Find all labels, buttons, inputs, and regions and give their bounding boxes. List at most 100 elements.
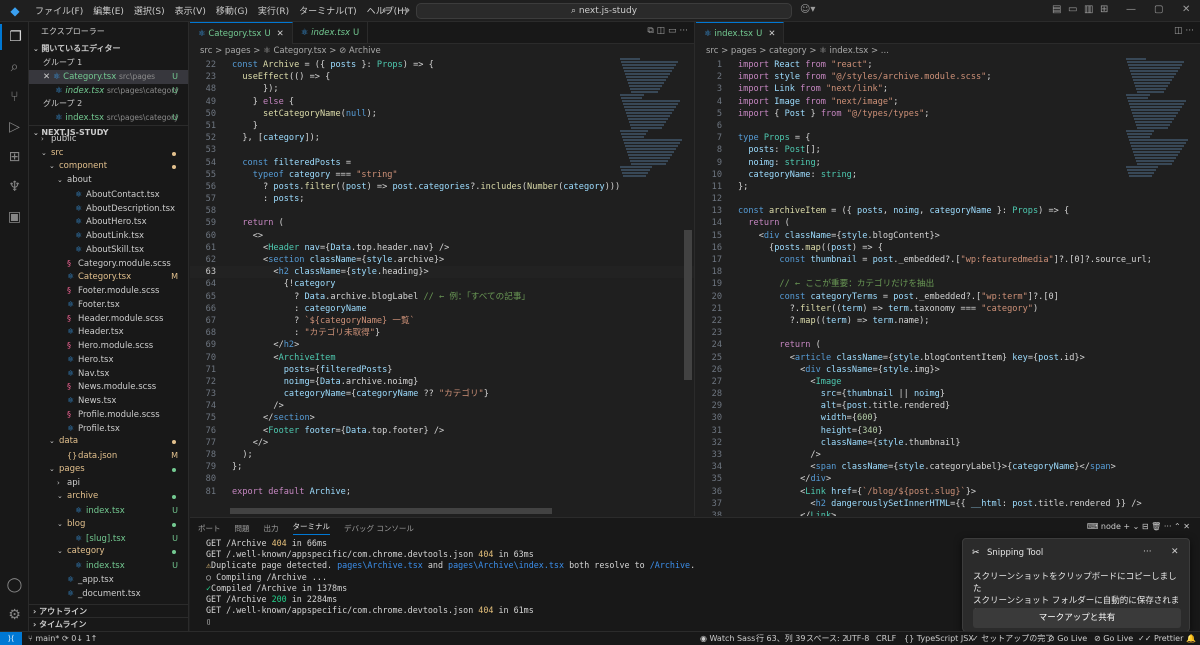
search-icon[interactable]: ⌕ [0, 54, 29, 80]
outline-section[interactable]: › アウトライン [29, 604, 188, 617]
back-arrow-icon[interactable]: ← [382, 3, 392, 17]
vertical-scrollbar[interactable] [684, 230, 692, 380]
account-icon[interactable]: ◯ [0, 572, 29, 598]
go-live-button-2[interactable]: ⊘ Go Live [1094, 632, 1133, 645]
go-live-button[interactable]: ⊘ Go Live [1048, 632, 1087, 645]
horizontal-scrollbar[interactable] [230, 508, 552, 514]
forward-arrow-icon[interactable]: → [400, 3, 410, 17]
setup-status[interactable]: ✓ セットアップの完了 [972, 632, 1053, 645]
prettier-status[interactable]: ✓✓ Prettier [1138, 632, 1183, 645]
menu-item-1[interactable]: 編集(E) [88, 4, 129, 17]
close-tab-icon[interactable]: ✕ [277, 29, 284, 39]
toggle-panel-icon[interactable]: ▭ [1068, 4, 1077, 15]
folder-archive[interactable]: ⌄ archive [29, 490, 188, 504]
file-News.tsx[interactable]: ⚛ News.tsx [29, 394, 188, 408]
file-AboutHero.tsx[interactable]: ⚛ AboutHero.tsx [29, 215, 188, 229]
folder-src[interactable]: ⌄ src [29, 147, 188, 161]
branch-status[interactable]: ⑂ main* [28, 632, 59, 645]
file-AboutDescription.tsx[interactable]: ⚛ AboutDescription.tsx [29, 202, 188, 216]
cursor-position[interactable]: 行 63、列 39 [756, 632, 805, 645]
open-editor-index-2[interactable]: ⚛ index.tsx src\pages\category U [29, 111, 188, 125]
panel-tab-3[interactable]: ターミナル [292, 521, 330, 535]
panel-tab-0[interactable]: ポート [198, 523, 221, 534]
minimap[interactable] [1126, 58, 1188, 498]
code-area[interactable]: 22 const Archive = ({ posts }: Props) => … [190, 58, 694, 498]
open-editors-header[interactable]: ⌄ 開いているエディター [29, 42, 188, 56]
timeline-section[interactable]: › タイムライン [29, 617, 188, 630]
menu-item-3[interactable]: 表示(V) [170, 4, 211, 17]
minimap[interactable] [620, 58, 682, 498]
file-[slug].tsx[interactable]: ⚛ [slug].tsx U [29, 532, 188, 546]
menu-item-5[interactable]: 実行(R) [253, 4, 294, 17]
open-editor-category[interactable]: ✕ ⚛ Category.tsx src\pages U [29, 69, 188, 84]
file-data.json[interactable]: {}data.json M [29, 449, 188, 463]
close-window-icon[interactable]: ✕ [1182, 4, 1190, 15]
folder-pages[interactable]: ⌄ pages [29, 463, 188, 477]
panel-tab-1[interactable]: 問題 [235, 523, 250, 534]
maximize-icon[interactable]: ▢ [1154, 4, 1163, 15]
folder-public[interactable]: › public [29, 133, 188, 147]
editor-actions[interactable]: ◫ ··· [1174, 26, 1194, 36]
file-News.module.scss[interactable]: § News.module.scss [29, 380, 188, 394]
menu-item-6[interactable]: ターミナル(T) [294, 4, 362, 17]
toggle-secondary-sidebar-icon[interactable]: ▥ [1084, 4, 1093, 15]
command-center-search[interactable]: ⌕ next.js-study [416, 3, 792, 19]
encoding[interactable]: UTF-8 [846, 632, 869, 645]
file-Category.tsx[interactable]: ⚛ Category.tsx M [29, 270, 188, 284]
file-Category.module.scss[interactable]: § Category.module.scss [29, 257, 188, 271]
editor-actions[interactable]: ⧉ ◫ ▭ ··· [647, 26, 688, 36]
file-index.tsx[interactable]: ⚛ index.tsx U [29, 504, 188, 518]
file-AboutLink.tsx[interactable]: ⚛ AboutLink.tsx [29, 229, 188, 243]
language-mode[interactable]: {} TypeScript JSX [904, 632, 974, 645]
extensions-icon[interactable]: ⊞ [0, 144, 29, 170]
customize-layout-icon[interactable]: ⊞ [1100, 4, 1108, 15]
remote-explorer-icon[interactable]: ▣ [0, 204, 29, 230]
menu-item-0[interactable]: ファイル(F) [30, 4, 88, 17]
file-Header.module.scss[interactable]: § Header.module.scss [29, 312, 188, 326]
python-icon[interactable]: ♆ [0, 174, 29, 200]
run-debug-icon[interactable]: ▷ [0, 114, 29, 140]
folder-component[interactable]: ⌄ component [29, 160, 188, 174]
sync-status[interactable]: ⟳ 0↓ 1↑ [62, 632, 97, 645]
toggle-sidebar-icon[interactable]: ▤ [1052, 4, 1061, 15]
remote-indicator-icon[interactable]: ⟩⟨ [0, 632, 22, 645]
breadcrumb[interactable]: src > pages > category > ⚛ index.tsx > .… [696, 44, 1200, 58]
folder-about[interactable]: ⌄ about [29, 174, 188, 188]
tab-index-tsx-right[interactable]: ⚛ index.tsx U ✕ [696, 22, 785, 44]
menu-item-4[interactable]: 移動(G) [211, 4, 253, 17]
open-editor-index[interactable]: ⚛ index.tsx src\pages\category U [29, 84, 188, 98]
file-Hero.tsx[interactable]: ⚛ Hero.tsx [29, 353, 188, 367]
close-tab-icon[interactable]: ✕ [768, 29, 775, 39]
file-_document.tsx[interactable]: ⚛ _document.tsx [29, 587, 188, 601]
file-Footer.tsx[interactable]: ⚛ Footer.tsx [29, 298, 188, 312]
close-icon[interactable]: ✕ [1171, 547, 1179, 557]
panel-tab-4[interactable]: デバッグ コンソール [344, 523, 414, 534]
file-Profile.module.scss[interactable]: § Profile.module.scss [29, 408, 188, 422]
panel-tab-2[interactable]: 出力 [264, 523, 279, 534]
eol[interactable]: CRLF [876, 632, 896, 645]
breadcrumb[interactable]: src > pages > ⚛ Category.tsx > ⊘ Archive [190, 44, 694, 58]
folder-api[interactable]: › api [29, 477, 188, 491]
markup-share-button[interactable]: マークアップと共有 [973, 608, 1181, 628]
folder-data[interactable]: ⌄ data [29, 435, 188, 449]
indentation[interactable]: スペース: 2 [806, 632, 847, 645]
file-index.tsx[interactable]: ⚛ index.tsx U [29, 559, 188, 573]
terminal-actions[interactable]: ⌨ node + ⌄ ⊟ 🗑 ··· ⌃ ✕ [1087, 522, 1190, 531]
file-Hero.module.scss[interactable]: § Hero.module.scss [29, 339, 188, 353]
folder-category[interactable]: ⌄ category [29, 545, 188, 559]
copilot-icon[interactable]: ☺▾ [800, 4, 815, 15]
explorer-icon[interactable]: ❐ [0, 24, 29, 50]
file-Header.tsx[interactable]: ⚛ Header.tsx [29, 325, 188, 339]
close-icon[interactable]: ✕ [43, 72, 53, 82]
tab-category-tsx[interactable]: ⚛ Category.tsx U ✕ [190, 22, 293, 44]
more-options-icon[interactable]: ··· [1143, 547, 1152, 557]
file-AboutContact.tsx[interactable]: ⚛ AboutContact.tsx [29, 188, 188, 202]
notifications-bell-icon[interactable]: 🔔 [1186, 632, 1196, 645]
minimize-icon[interactable]: — [1126, 4, 1136, 15]
file-_app.tsx[interactable]: ⚛ _app.tsx [29, 573, 188, 587]
file-AboutSkill.tsx[interactable]: ⚛ AboutSkill.tsx [29, 243, 188, 257]
code-area[interactable]: 1 import React from "react"; 2 import style… [696, 58, 1200, 516]
file-Footer.module.scss[interactable]: § Footer.module.scss [29, 284, 188, 298]
tab-index-tsx[interactable]: ⚛ index.tsx U [293, 22, 369, 44]
file-Profile.tsx[interactable]: ⚛ Profile.tsx [29, 422, 188, 436]
